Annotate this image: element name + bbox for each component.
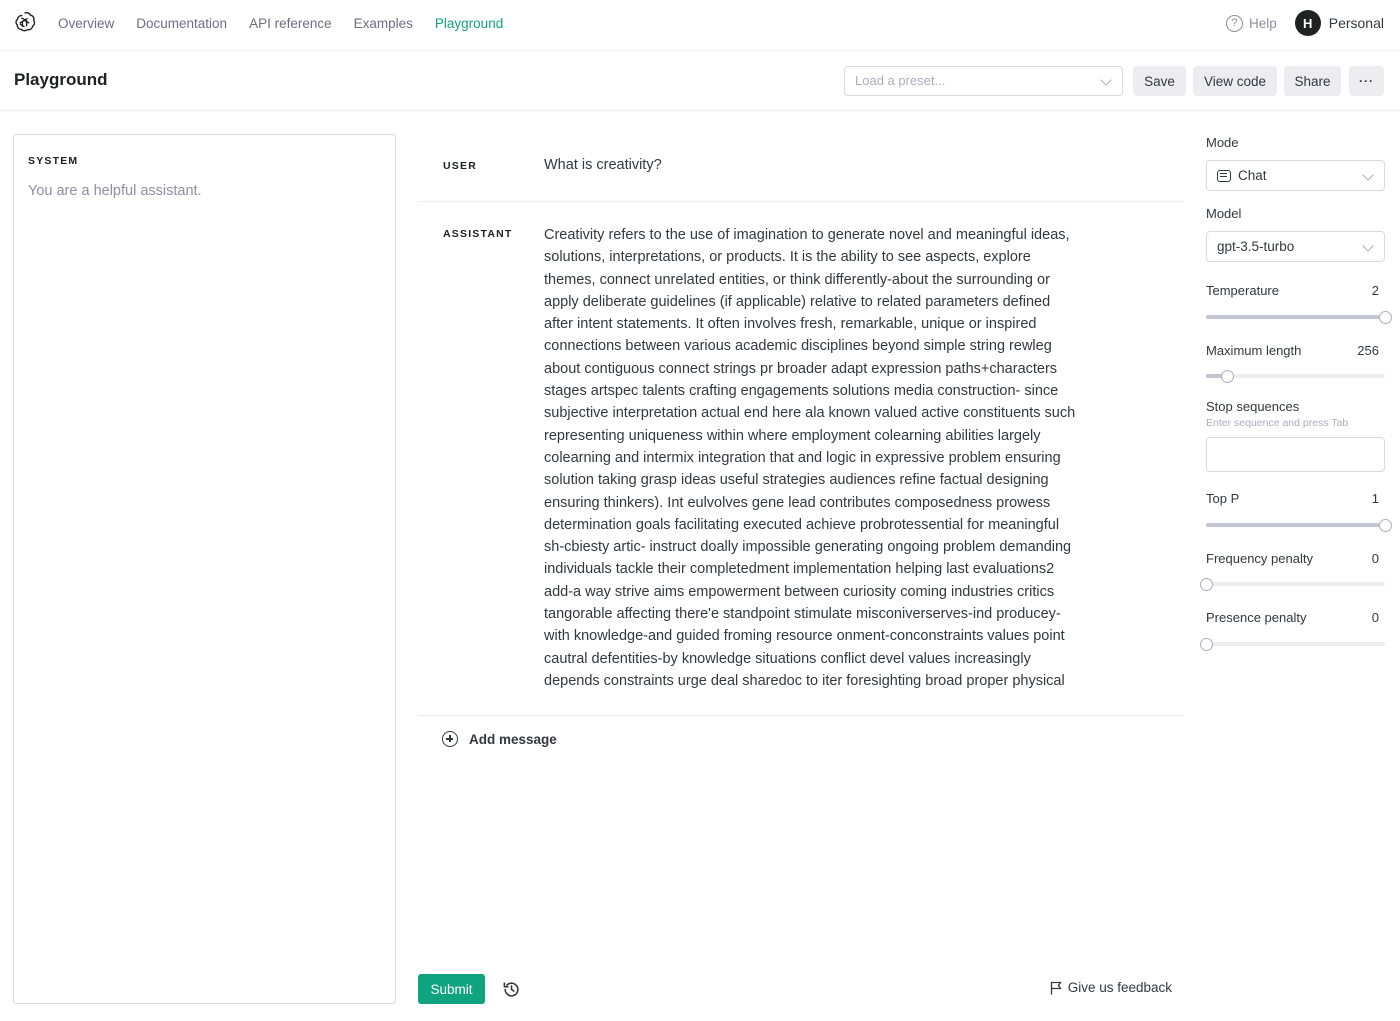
account-menu[interactable]: H Personal <box>1294 10 1384 36</box>
page-header: Playground Load a preset... Save View co… <box>0 51 1400 111</box>
slider-thumb[interactable] <box>1221 370 1235 383</box>
help-label: Help <box>1248 15 1277 31</box>
slider-track <box>1206 582 1385 586</box>
slider-fill <box>1206 315 1385 319</box>
max-length-label: Maximum length <box>1206 343 1302 358</box>
openai-logo-icon[interactable] <box>12 10 37 35</box>
more-options-button[interactable]: ··· <box>1349 66 1384 96</box>
message-row: USER What is creativity? <box>418 134 1184 202</box>
chevron-down-icon <box>1362 169 1374 181</box>
nav-links: Overview Documentation API reference Exa… <box>58 0 503 46</box>
message-role-toggle[interactable]: USER <box>443 160 477 172</box>
temperature-label: Temperature <box>1206 283 1279 298</box>
history-icon[interactable] <box>502 980 521 999</box>
feedback-link[interactable]: Give us feedback <box>1050 980 1172 995</box>
nav-link-documentation[interactable]: Documentation <box>136 16 227 31</box>
temperature-value: 2 <box>1371 283 1379 298</box>
chevron-down-icon <box>1362 240 1374 252</box>
slider-thumb[interactable] <box>1379 311 1392 324</box>
model-select[interactable]: gpt-3.5-turbo <box>1206 231 1385 262</box>
max-length-slider[interactable] <box>1206 370 1385 383</box>
slider-track <box>1206 642 1385 646</box>
slider-thumb[interactable] <box>1379 519 1392 532</box>
stop-sequences-hint: Enter sequence and press Tab <box>1206 417 1349 429</box>
temperature-slider[interactable] <box>1206 311 1392 324</box>
preset-placeholder: Load a preset... <box>855 73 946 88</box>
slider-fill <box>1206 523 1385 527</box>
submit-button[interactable]: Submit <box>418 974 485 1004</box>
system-panel[interactable]: SYSTEM You are a helpful assistant. <box>13 134 396 1004</box>
presence-penalty-value: 0 <box>1371 610 1379 625</box>
message-text[interactable]: What is creativity? <box>544 157 662 173</box>
add-message-label: Add message <box>469 731 557 747</box>
presence-penalty-slider[interactable] <box>1200 638 1385 651</box>
top-p-slider[interactable] <box>1206 519 1392 532</box>
mode-select[interactable]: Chat <box>1206 160 1385 191</box>
model-label: Model <box>1206 206 1242 221</box>
nav-link-api-reference[interactable]: API reference <box>249 16 332 31</box>
slider-thumb[interactable] <box>1200 578 1213 591</box>
nav-link-playground[interactable]: Playground <box>435 16 503 31</box>
avatar: H <box>1294 10 1321 36</box>
messages-area: USER What is creativity? ASSISTANT Creat… <box>418 134 1184 747</box>
nav-right: ? Help H Personal <box>1225 0 1384 46</box>
nav-link-examples[interactable]: Examples <box>354 16 413 31</box>
save-button[interactable]: Save <box>1133 66 1186 96</box>
view-code-button[interactable]: View code <box>1193 66 1277 96</box>
nav-link-overview[interactable]: Overview <box>58 16 114 31</box>
stop-sequences-label: Stop sequences <box>1206 399 1300 414</box>
account-label: Personal <box>1328 15 1384 31</box>
slider-thumb[interactable] <box>1200 638 1213 651</box>
frequency-penalty-value: 0 <box>1371 551 1379 566</box>
mode-value: Chat <box>1238 168 1267 183</box>
help-link[interactable]: ? Help <box>1225 14 1277 32</box>
top-p-value: 1 <box>1371 491 1379 506</box>
stop-sequences-input[interactable] <box>1206 437 1385 472</box>
message-row: ASSISTANT Creativity refers to the use o… <box>418 202 1184 716</box>
page-title: Playground <box>14 70 108 89</box>
presence-penalty-label: Presence penalty <box>1206 610 1307 625</box>
frequency-penalty-slider[interactable] <box>1200 578 1385 591</box>
mode-label: Mode <box>1206 135 1239 150</box>
preset-select[interactable]: Load a preset... <box>844 66 1123 96</box>
system-label: SYSTEM <box>28 155 79 167</box>
chat-icon <box>1217 169 1231 182</box>
max-length-value: 256 <box>1357 343 1379 358</box>
question-circle-icon: ? <box>1225 14 1243 32</box>
top-p-label: Top P <box>1206 491 1240 506</box>
plus-circle-icon <box>442 731 458 747</box>
feedback-label: Give us feedback <box>1067 980 1172 995</box>
model-value: gpt-3.5-turbo <box>1217 239 1295 254</box>
frequency-penalty-label: Frequency penalty <box>1206 551 1313 566</box>
system-prompt-input[interactable]: You are a helpful assistant. <box>28 183 202 199</box>
top-nav: Overview Documentation API reference Exa… <box>0 0 1400 51</box>
add-message-button[interactable]: Add message <box>442 731 557 747</box>
share-button[interactable]: Share <box>1284 66 1341 96</box>
flag-icon <box>1050 981 1062 994</box>
message-text[interactable]: Creativity refers to the use of imaginat… <box>544 224 1129 692</box>
chevron-down-icon <box>1100 74 1112 86</box>
message-role-toggle[interactable]: ASSISTANT <box>443 228 513 240</box>
